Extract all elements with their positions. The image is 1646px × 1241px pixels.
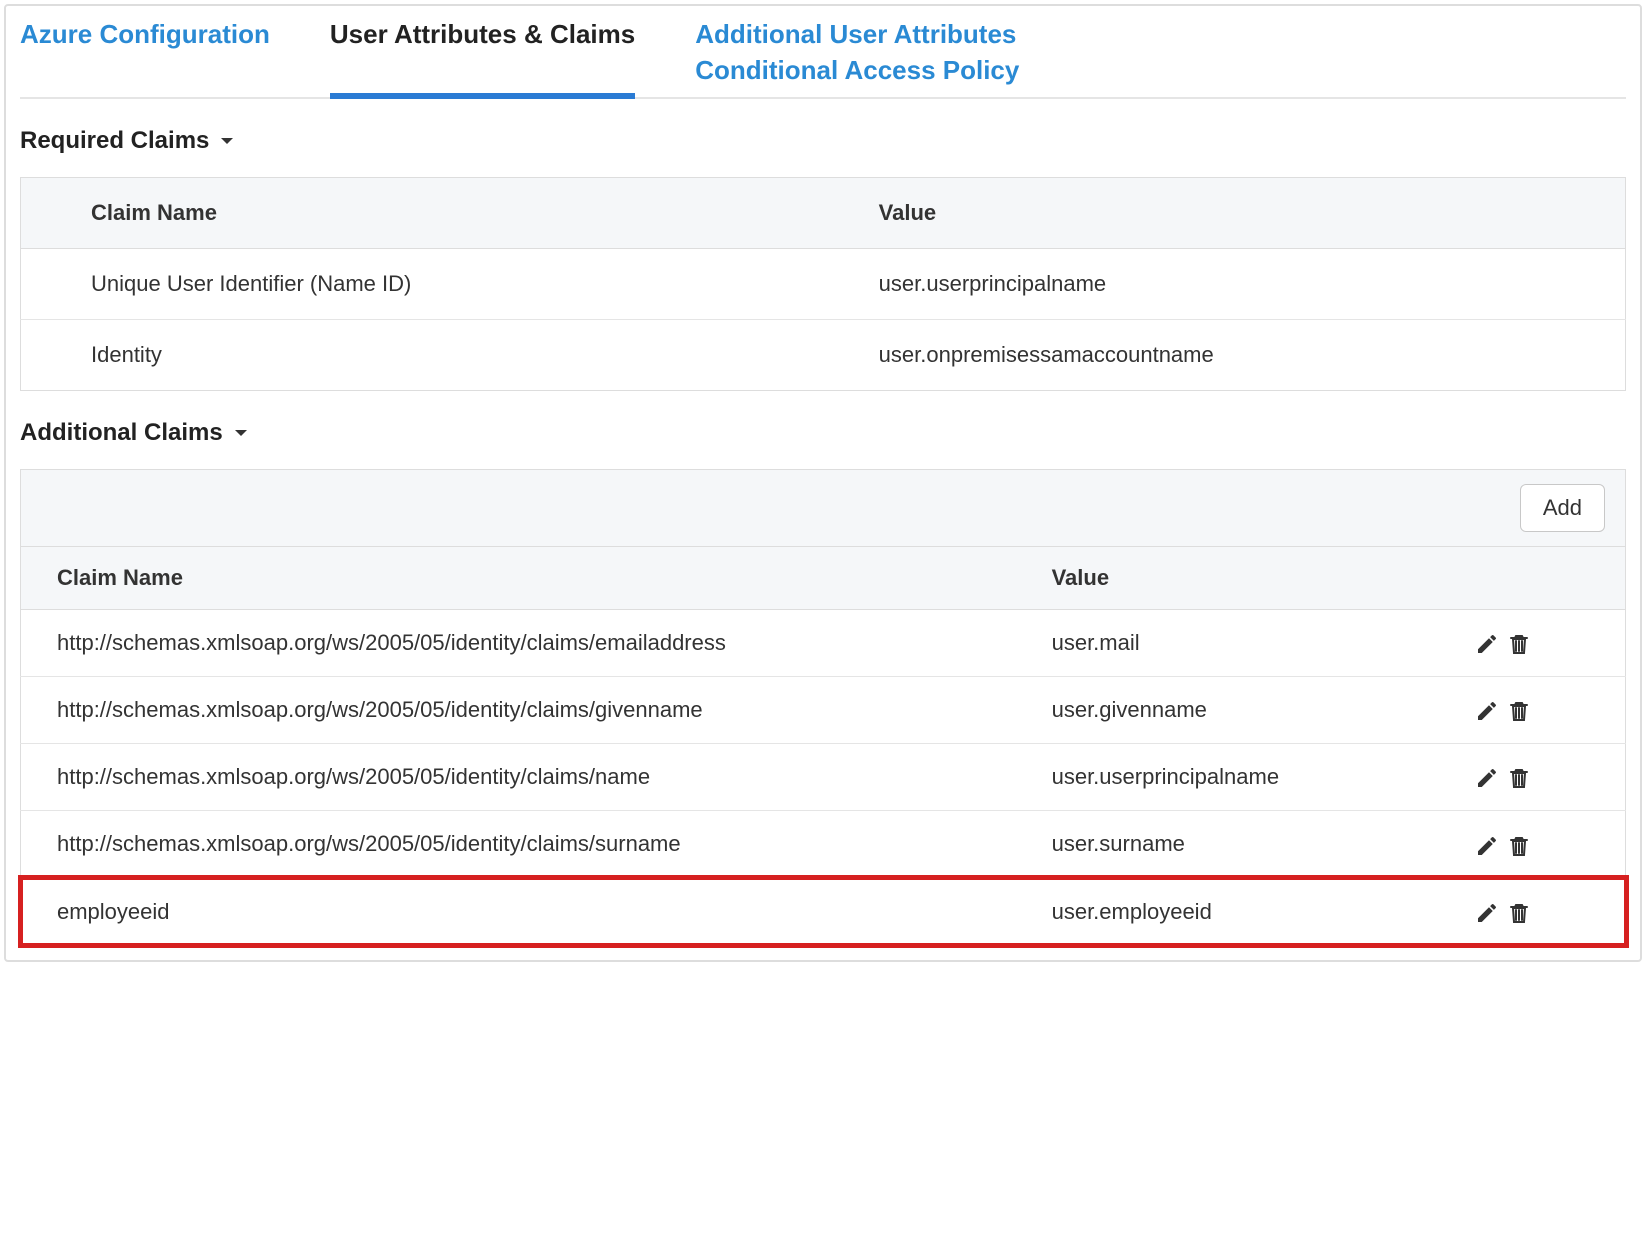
claim-name-cell: http://schemas.xmlsoap.org/ws/2005/05/id… [21, 676, 1016, 743]
table-row: http://schemas.xmlsoap.org/ws/2005/05/id… [21, 744, 1626, 811]
claim-value-cell: user.surname [1016, 811, 1465, 878]
edit-icon[interactable] [1475, 697, 1499, 723]
edit-icon[interactable] [1475, 831, 1499, 857]
claim-value-cell: user.userprincipalname [1016, 744, 1465, 811]
tab-group-right: Additional User Attributes Conditional A… [695, 16, 1019, 97]
table-row: http://schemas.xmlsoap.org/ws/2005/05/id… [21, 811, 1626, 878]
additional-claims-table: Add Claim Name Value http://schemas.xmls… [20, 469, 1626, 946]
row-actions [1465, 811, 1626, 878]
caret-down-icon [219, 127, 235, 155]
claim-name-cell: http://schemas.xmlsoap.org/ws/2005/05/id… [21, 744, 1016, 811]
row-actions [1465, 609, 1626, 676]
edit-icon[interactable] [1475, 764, 1499, 790]
additional-header-value: Value [1016, 546, 1465, 609]
claim-value-cell: user.mail [1016, 609, 1465, 676]
claim-name-cell: employeeid [21, 878, 1016, 945]
table-row: Identityuser.onpremisessamaccountname [21, 319, 1626, 390]
table-row: http://schemas.xmlsoap.org/ws/2005/05/id… [21, 609, 1626, 676]
caret-down-icon [233, 419, 249, 447]
claim-name-cell: http://schemas.xmlsoap.org/ws/2005/05/id… [21, 609, 1016, 676]
tab-additional-user-attributes[interactable]: Additional User Attributes [695, 16, 1019, 52]
tab-user-attributes-claims[interactable]: User Attributes & Claims [330, 16, 635, 99]
required-claims-table: Claim Name Value Unique User Identifier … [20, 177, 1626, 391]
table-row: Unique User Identifier (Name ID)user.use… [21, 248, 1626, 319]
required-claims-title: Required Claims [20, 127, 209, 155]
row-actions [1465, 744, 1626, 811]
additional-claims-header[interactable]: Additional Claims [20, 419, 1626, 447]
tab-azure-configuration[interactable]: Azure Configuration [20, 16, 270, 97]
add-button[interactable]: Add [1520, 484, 1605, 532]
delete-icon[interactable] [1507, 831, 1531, 857]
claim-name-cell: Unique User Identifier (Name ID) [21, 248, 809, 319]
required-claims-header[interactable]: Required Claims [20, 127, 1626, 155]
claim-value-cell: user.onpremisessamaccountname [809, 319, 1626, 390]
required-header-name: Claim Name [21, 177, 809, 248]
claim-value-cell: user.employeeid [1016, 878, 1465, 945]
edit-icon[interactable] [1475, 899, 1499, 925]
required-header-value: Value [809, 177, 1626, 248]
claim-name-cell: Identity [21, 319, 809, 390]
delete-icon[interactable] [1507, 697, 1531, 723]
delete-icon[interactable] [1507, 899, 1531, 925]
row-actions [1465, 676, 1626, 743]
table-row: http://schemas.xmlsoap.org/ws/2005/05/id… [21, 676, 1626, 743]
config-panel: Azure Configuration User Attributes & Cl… [4, 4, 1642, 962]
additional-claims-title: Additional Claims [20, 419, 223, 447]
additional-header-name: Claim Name [21, 546, 1016, 609]
edit-icon[interactable] [1475, 630, 1499, 656]
tab-conditional-access-policy[interactable]: Conditional Access Policy [695, 52, 1019, 96]
delete-icon[interactable] [1507, 630, 1531, 656]
claim-name-cell: http://schemas.xmlsoap.org/ws/2005/05/id… [21, 811, 1016, 878]
table-row: employeeiduser.employeeid [21, 878, 1626, 945]
row-actions [1465, 878, 1626, 945]
claim-value-cell: user.userprincipalname [809, 248, 1626, 319]
claim-value-cell: user.givenname [1016, 676, 1465, 743]
delete-icon[interactable] [1507, 764, 1531, 790]
tabs: Azure Configuration User Attributes & Cl… [20, 6, 1626, 99]
